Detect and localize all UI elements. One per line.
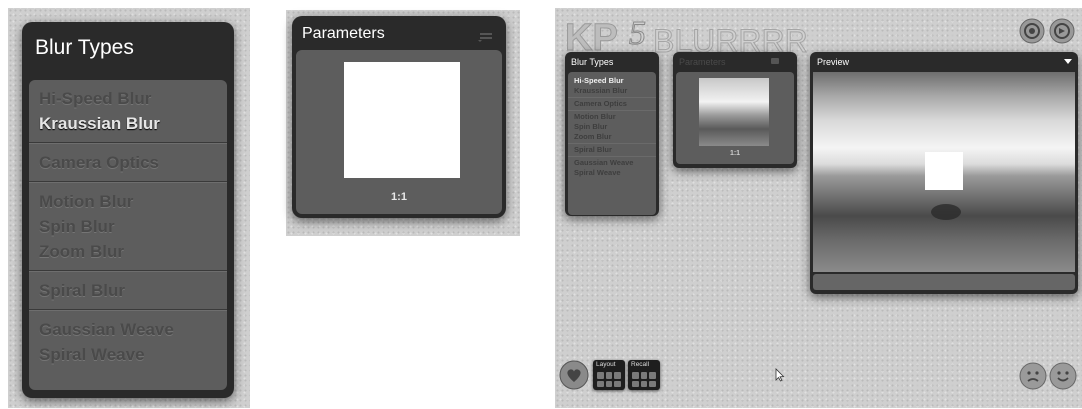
blur-type-zoom[interactable]: Zoom Blur [29, 239, 227, 264]
recall-grid-icon [632, 372, 656, 387]
recall-button[interactable]: Recall [628, 360, 660, 390]
mini-blur-spiral[interactable]: Spiral Blur [568, 145, 656, 155]
mini-parameters-thumb[interactable] [699, 78, 769, 146]
parameters-title: Parameters [302, 25, 385, 42]
layout-button[interactable]: Layout [593, 360, 625, 390]
preview-shadow-blob [931, 204, 961, 220]
mini-blur-zoom[interactable]: Zoom Blur [568, 132, 656, 142]
preview-panel: Preview [810, 52, 1078, 294]
blur-type-motion[interactable]: Motion Blur [29, 189, 227, 214]
mini-blur-spin[interactable]: Spin Blur [568, 122, 656, 132]
blur-type-camera-optics[interactable]: Camera Optics [29, 150, 227, 175]
mini-group-weave: Gaussian Weave Spiral Weave [568, 156, 656, 179]
mini-blur-types-panel: Blur Types Hi-Speed Blur Kraussian Blur … [565, 52, 659, 216]
mini-parameters-title: Parameters [679, 57, 726, 67]
ok-face-icon[interactable] [1049, 362, 1077, 390]
mini-group-spiral: Spiral Blur [568, 143, 656, 156]
parameters-zoom-label: 1:1 [391, 191, 407, 203]
blur-group-speed: Hi-Speed Blur Kraussian Blur [29, 80, 227, 143]
blur-type-spiral[interactable]: Spiral Blur [29, 278, 227, 303]
mini-blur-gaussian-weave[interactable]: Gaussian Weave [568, 158, 656, 168]
mini-blur-types-list: Hi-Speed Blur Kraussian Blur Camera Opti… [568, 72, 656, 215]
blur-type-hi-speed[interactable]: Hi-Speed Blur [29, 86, 227, 111]
cancel-face-icon[interactable] [1019, 362, 1047, 390]
mouse-cursor-icon [775, 368, 785, 382]
blur-type-kraussian[interactable]: Kraussian Blur [29, 111, 227, 136]
help-icon[interactable] [1019, 18, 1045, 44]
mini-parameters-menu-icon[interactable] [771, 58, 779, 64]
mini-blur-motion[interactable]: Motion Blur [568, 112, 656, 122]
blur-group-optics: Camera Optics [29, 143, 227, 182]
blur-types-title: Blur Types [35, 36, 134, 59]
blur-type-gaussian-weave[interactable]: Gaussian Weave [29, 317, 227, 342]
preview-white-square [925, 152, 963, 190]
blur-type-spiral-weave[interactable]: Spiral Weave [29, 342, 227, 367]
parameters-menu-icon[interactable] [478, 29, 494, 42]
layout-label: Layout [596, 361, 616, 368]
preview-title: Preview [817, 57, 850, 67]
blur-type-spin[interactable]: Spin Blur [29, 214, 227, 239]
parameters-closeup: Parameters 1:1 [286, 10, 520, 236]
mini-parameters-zoom-label: 1:1 [729, 150, 741, 157]
mini-parameters-panel: Parameters 1:1 [673, 52, 797, 168]
app-window: KP 5 BLURRRR Blur Types Hi-Speed Blur Kr… [555, 8, 1082, 408]
mini-blur-hi-speed[interactable]: Hi-Speed Blur [568, 76, 656, 86]
mini-blur-camera-optics[interactable]: Camera Optics [568, 99, 656, 109]
options-icon[interactable] [1049, 18, 1075, 44]
mini-group-speed: Hi-Speed Blur Kraussian Blur [568, 75, 656, 97]
blur-group-motion: Motion Blur Spin Blur Zoom Blur [29, 182, 227, 271]
parameters-body: 1:1 [296, 50, 502, 214]
parameters-panel: Parameters 1:1 [292, 16, 506, 218]
mini-parameters-body: 1:1 [676, 72, 794, 164]
blur-group-weave: Gaussian Weave Spiral Weave [29, 310, 227, 373]
blur-group-spiral: Spiral Blur [29, 271, 227, 310]
mini-blur-types-title: Blur Types [571, 57, 614, 67]
preview-footer [813, 274, 1075, 290]
mini-blur-spiral-weave[interactable]: Spiral Weave [568, 168, 656, 178]
parameters-preview-thumb[interactable] [344, 62, 460, 178]
heart-icon[interactable] [559, 360, 589, 390]
blur-types-list: Hi-Speed Blur Kraussian Blur Camera Opti… [29, 80, 227, 390]
svg-text:5: 5 [629, 15, 646, 52]
blur-types-closeup: Blur Types Hi-Speed Blur Kraussian Blur … [8, 8, 250, 408]
layout-grid-icon [597, 372, 621, 387]
preview-canvas[interactable] [813, 72, 1075, 272]
mini-group-optics: Camera Optics [568, 97, 656, 110]
blur-types-panel: Blur Types Hi-Speed Blur Kraussian Blur … [22, 22, 234, 398]
mini-group-motion: Motion Blur Spin Blur Zoom Blur [568, 110, 656, 143]
preview-menu-icon[interactable] [1064, 59, 1072, 64]
mini-blur-kraussian[interactable]: Kraussian Blur [568, 86, 656, 96]
recall-label: Recall [631, 361, 650, 368]
